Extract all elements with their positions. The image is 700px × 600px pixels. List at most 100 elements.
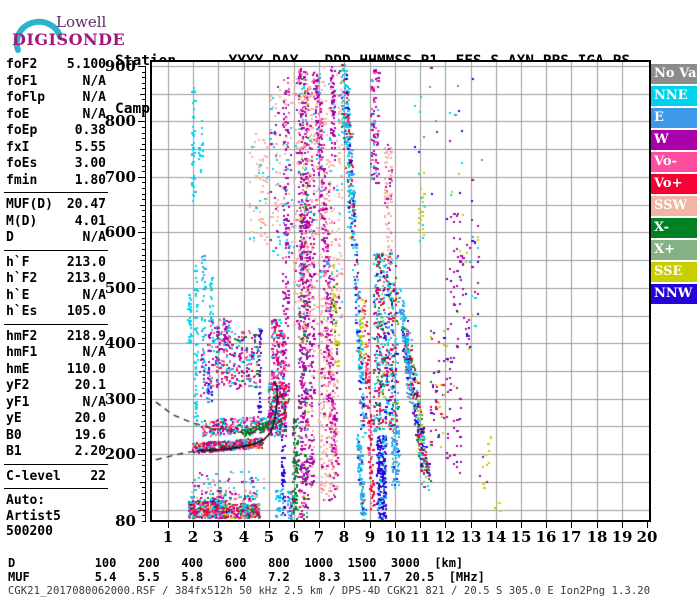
param-label: foF2 xyxy=(6,57,38,72)
frequency-tick-label: 3 xyxy=(212,528,224,546)
height-tick-label: 300 xyxy=(104,390,136,408)
height-tick xyxy=(142,77,145,78)
height-axis-line xyxy=(145,66,146,522)
param-separator xyxy=(4,323,108,325)
height-tick xyxy=(142,255,145,256)
height-tick xyxy=(142,110,145,111)
height-tick xyxy=(140,94,145,95)
height-tick xyxy=(142,216,145,217)
height-tick xyxy=(142,282,145,283)
height-tick xyxy=(142,72,145,73)
param-row: D N/A xyxy=(6,230,106,247)
height-tick xyxy=(142,521,145,522)
param-row: h`F 213.0 xyxy=(6,255,106,272)
height-tick xyxy=(142,299,145,300)
param-label: B1 xyxy=(6,444,22,459)
frequency-tick-label: 4 xyxy=(238,528,250,546)
height-tick xyxy=(142,404,145,405)
frequency-tick-label: 18 xyxy=(586,528,608,546)
height-tick xyxy=(142,432,145,433)
param-label: h`E xyxy=(6,287,30,303)
param-value: 110.0 xyxy=(66,361,106,377)
height-tick xyxy=(142,293,145,294)
height-tick-label: 700 xyxy=(104,168,136,186)
autoscaling-info-line: Artist5 xyxy=(6,508,61,524)
ionogram-app: { "logo": { "line1": "Lowell", "line2": … xyxy=(0,0,700,600)
param-row: B1 2.20 xyxy=(6,444,106,461)
param-row: foFlp N/A xyxy=(6,90,106,107)
height-tick xyxy=(142,421,145,422)
param-value: 213.0 xyxy=(66,254,106,270)
height-tick-label: 900 xyxy=(104,57,136,75)
param-label: foEs xyxy=(6,156,38,171)
height-tick xyxy=(140,149,145,150)
muf-row: MUF 5.4 5.5 5.8 6.4 7.2 8.3 11.7 20.5 [M… xyxy=(8,570,485,584)
height-tick xyxy=(142,493,145,494)
height-tick xyxy=(142,377,145,378)
param-label: h`F xyxy=(6,254,30,270)
height-tick xyxy=(140,426,145,427)
param-label: foE xyxy=(6,106,30,122)
frequency-tick-label: 9 xyxy=(364,528,376,546)
height-tick xyxy=(142,182,145,183)
height-tick-label: 500 xyxy=(104,279,136,297)
height-tick xyxy=(142,321,145,322)
param-value: 105.0 xyxy=(66,304,106,319)
param-label: hmF2 xyxy=(6,328,38,344)
param-label: C-level xyxy=(6,468,61,484)
param-label: D xyxy=(6,230,14,245)
frequency-tick-label: 16 xyxy=(535,528,557,546)
param-separator xyxy=(4,192,108,193)
param-label: foF1 xyxy=(6,73,38,89)
legend-item-nne: NNE xyxy=(651,86,697,106)
param-separator xyxy=(4,488,108,489)
height-tick xyxy=(142,393,145,394)
param-label: MUF(D) xyxy=(6,197,53,212)
height-tick-label: 400 xyxy=(104,334,136,352)
param-row: foF1 N/A xyxy=(6,74,106,91)
frequency-tick-label: 8 xyxy=(338,528,350,546)
distance-row: D 100 200 400 600 800 1000 1500 3000 [km… xyxy=(8,556,464,570)
param-row: yF1 N/A xyxy=(6,395,106,412)
param-row: B0 19.6 xyxy=(6,428,106,445)
height-tick xyxy=(140,260,145,261)
height-tick xyxy=(142,410,145,411)
frequency-tick-label: 2 xyxy=(187,528,199,546)
param-row: yF2 20.1 xyxy=(6,378,106,395)
param-row: MUF(D) 20.47 xyxy=(6,197,106,214)
height-tick xyxy=(140,371,145,372)
legend-item-w: W xyxy=(651,130,697,150)
frequency-tick-label: 20 xyxy=(636,528,658,546)
param-row: h`F2 213.0 xyxy=(6,271,106,288)
height-tick xyxy=(142,465,145,466)
param-row: h`Es 105.0 xyxy=(6,304,106,321)
height-tick xyxy=(142,249,145,250)
param-label: yF1 xyxy=(6,394,30,410)
height-tick xyxy=(138,343,145,344)
height-tick xyxy=(142,438,145,439)
height-tick xyxy=(142,304,145,305)
param-separator xyxy=(4,463,108,465)
param-row: foE N/A xyxy=(6,107,106,124)
param-row: foF2 5.100 xyxy=(6,57,106,74)
param-label: hmE xyxy=(6,361,30,377)
height-tick xyxy=(140,205,145,206)
param-label: M(D) xyxy=(6,213,38,229)
frequency-tick-label: 11 xyxy=(409,528,431,546)
legend-item-ssw: SSW xyxy=(651,196,697,216)
param-label: fmin xyxy=(6,172,38,188)
height-tick xyxy=(142,171,145,172)
height-tick xyxy=(142,332,145,333)
height-tick xyxy=(142,487,145,488)
frequency-tick-label: 7 xyxy=(313,528,325,546)
height-tick xyxy=(142,144,145,145)
height-tick xyxy=(142,238,145,239)
legend-item-no-val: No Val xyxy=(651,64,700,84)
status-line: CGK21_2017080062000.RSF / 384fx512h 50 k… xyxy=(8,585,651,597)
height-tick xyxy=(142,83,145,84)
legend-item-x-: X- xyxy=(651,218,697,238)
height-tick xyxy=(138,454,145,455)
frequency-tick-label: 6 xyxy=(288,528,300,546)
height-tick xyxy=(142,194,145,195)
height-tick xyxy=(142,460,145,461)
